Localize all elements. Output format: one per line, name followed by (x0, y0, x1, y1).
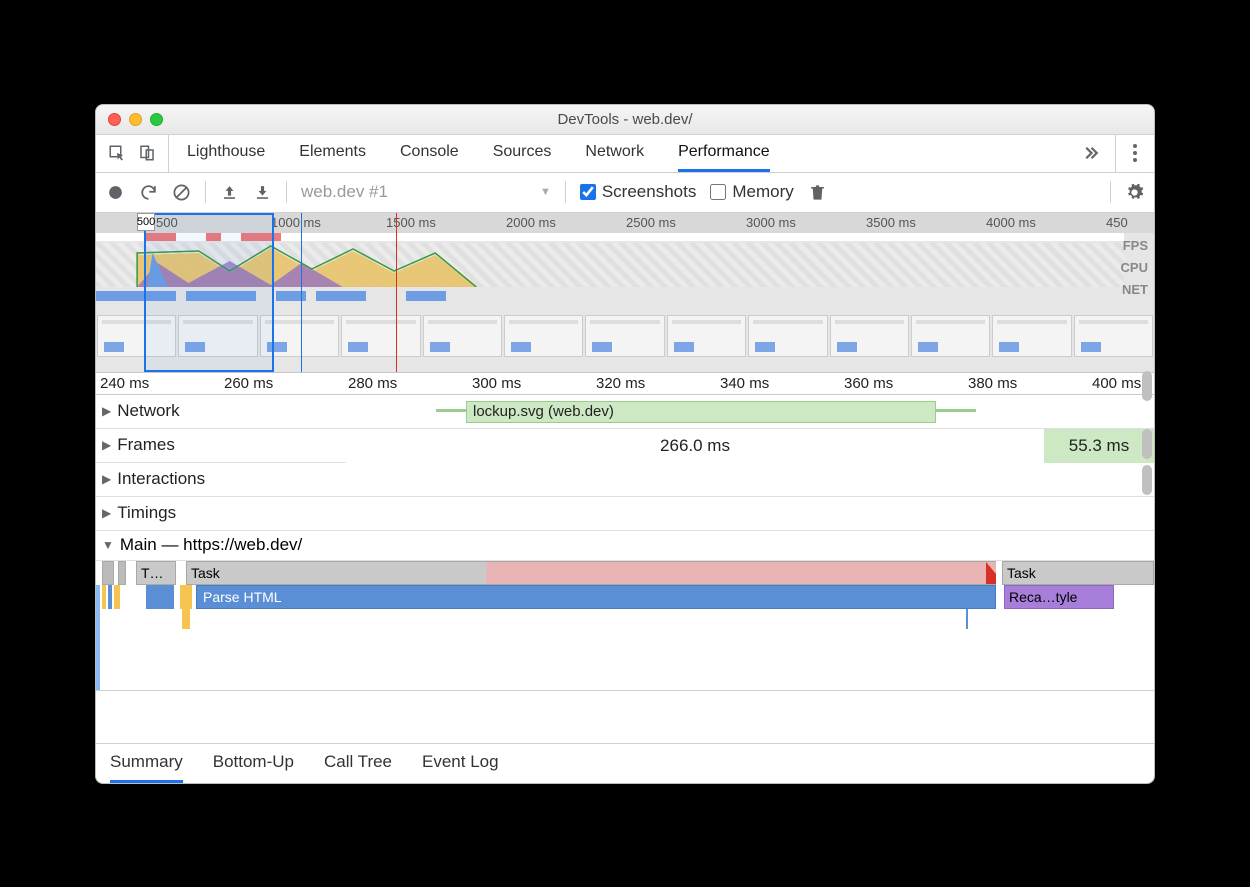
parse-html-block[interactable]: Parse HTML (196, 585, 996, 609)
net-overview (96, 291, 1124, 301)
devtools-window: DevTools - web.dev/ Lighthouse Elements … (95, 104, 1155, 784)
recording-selector[interactable]: web.dev #1 ▼ (301, 182, 551, 202)
overview-label-fps: FPS (1121, 235, 1148, 257)
overview-ruler: 500 1000 ms 1500 ms 2000 ms 2500 ms 3000… (96, 213, 1154, 233)
tab-lighthouse[interactable]: Lighthouse (187, 135, 265, 172)
more-tabs-button[interactable] (1065, 135, 1115, 172)
main-thread-track[interactable]: ▼Main — https://web.dev/ (96, 531, 1154, 561)
scrollbar-nub[interactable] (1142, 465, 1152, 495)
tab-bottom-up[interactable]: Bottom-Up (213, 744, 294, 783)
window-title: DevTools - web.dev/ (96, 111, 1154, 128)
tab-elements[interactable]: Elements (299, 135, 366, 172)
reload-record-button[interactable] (139, 183, 158, 202)
performance-toolbar: web.dev #1 ▼ Screenshots Memory (96, 173, 1154, 213)
frame-duration-long[interactable]: 266.0 ms (346, 429, 1044, 463)
recalc-style-block[interactable]: Reca…tyle (1004, 585, 1114, 609)
details-tabs: Summary Bottom-Up Call Tree Event Log (96, 743, 1154, 783)
settings-menu-button[interactable] (1115, 135, 1154, 172)
micro-task[interactable] (102, 561, 114, 585)
network-track[interactable]: ▶Network lockup.svg (web.dev) (96, 395, 1154, 429)
tab-console[interactable]: Console (400, 135, 459, 172)
trash-button[interactable] (808, 183, 827, 202)
overview-label-net: NET (1121, 279, 1148, 301)
flame-chart[interactable]: T… Task Task Parse HTML Reca…tyle (96, 561, 1154, 691)
task-block-long[interactable]: Task (186, 561, 996, 585)
inspect-element-icon[interactable] (108, 144, 126, 162)
clear-button[interactable] (172, 183, 191, 202)
record-button[interactable] (106, 183, 125, 202)
tab-network[interactable]: Network (585, 135, 644, 172)
tab-performance[interactable]: Performance (678, 135, 770, 172)
save-profile-button[interactable] (253, 183, 272, 202)
task-block[interactable]: T… (136, 561, 176, 585)
scrollbar-nub[interactable] (1142, 429, 1152, 459)
tab-sources[interactable]: Sources (493, 135, 552, 172)
memory-checkbox[interactable]: Memory (710, 182, 793, 202)
load-profile-button[interactable] (220, 183, 239, 202)
network-entry[interactable]: lockup.svg (web.dev) (466, 401, 936, 423)
detail-ruler: 240 ms 260 ms 280 ms 300 ms 320 ms 340 m… (96, 373, 1154, 395)
frame-duration-short[interactable]: 55.3 ms (1044, 429, 1154, 463)
tab-summary[interactable]: Summary (110, 744, 183, 783)
gear-icon[interactable] (1125, 183, 1144, 202)
screenshots-checkbox[interactable]: Screenshots (580, 182, 697, 202)
micro-task[interactable] (118, 561, 126, 585)
tab-call-tree[interactable]: Call Tree (324, 744, 392, 783)
cpu-overview (96, 243, 1124, 287)
overview-pane[interactable]: 500 1000 ms 1500 ms 2000 ms 2500 ms 3000… (96, 213, 1154, 373)
frames-track[interactable]: ▶Frames 266.0 ms 55.3 ms (96, 429, 1154, 463)
titlebar: DevTools - web.dev/ (96, 105, 1154, 135)
interactions-track[interactable]: ▶Interactions (96, 463, 1154, 497)
task-block[interactable]: Task (1002, 561, 1154, 585)
overview-label-cpu: CPU (1121, 257, 1148, 279)
device-toggle-icon[interactable] (138, 144, 156, 162)
timings-track[interactable]: ▶Timings (96, 497, 1154, 531)
screenshot-filmstrip (96, 313, 1154, 359)
tab-event-log[interactable]: Event Log (422, 744, 499, 783)
tracks-pane: ▶Network lockup.svg (web.dev) ▶Frames 26… (96, 395, 1154, 691)
main-tabs-bar: Lighthouse Elements Console Sources Netw… (96, 135, 1154, 173)
